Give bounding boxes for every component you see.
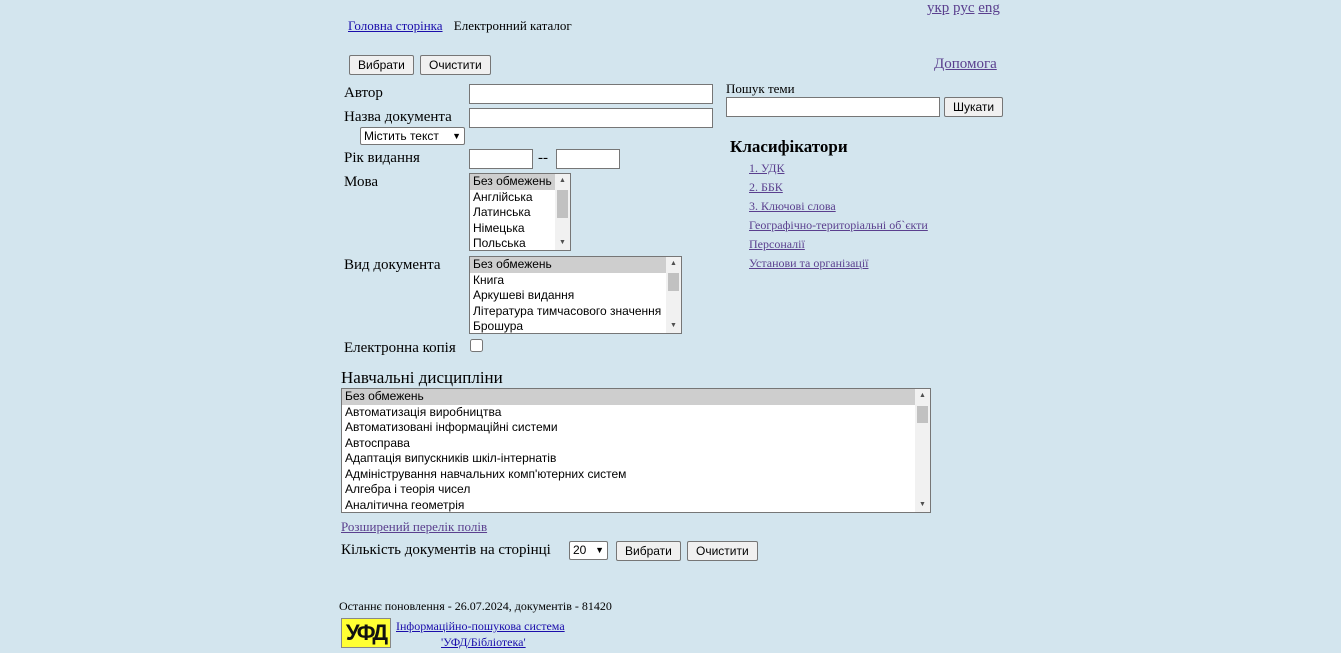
scroll-down-icon[interactable]: ▼ bbox=[555, 236, 570, 250]
scroll-thumb[interactable] bbox=[557, 190, 568, 218]
list-item[interactable]: Без обмежень bbox=[470, 257, 681, 273]
lang-ukr-link[interactable]: укр bbox=[927, 0, 949, 16]
topic-search-label: Пошук теми bbox=[726, 81, 795, 96]
list-item[interactable]: Автоматизовані інформаційні системи bbox=[342, 420, 930, 436]
language-label: Мова bbox=[344, 174, 379, 190]
scroll-up-icon[interactable]: ▲ bbox=[915, 389, 930, 403]
classifier-udc-link[interactable]: 1. УДК bbox=[749, 161, 784, 176]
list-item[interactable]: Без обмежень bbox=[342, 389, 930, 405]
last-update-text: Останнє поновлення - 26.07.2024, докумен… bbox=[339, 599, 612, 613]
list-item[interactable]: Книга bbox=[470, 273, 681, 289]
system-link-line1: Інформаційно-пошукова система bbox=[396, 619, 565, 633]
scroll-thumb[interactable] bbox=[668, 273, 679, 291]
scroll-down-icon[interactable]: ▼ bbox=[666, 319, 681, 333]
breadcrumb-home-link[interactable]: Головна сторінка bbox=[348, 18, 443, 33]
ecopy-checkbox[interactable] bbox=[470, 339, 483, 352]
scroll-down-icon[interactable]: ▼ bbox=[915, 498, 930, 512]
classifier-organizations-link[interactable]: Установи та організації bbox=[749, 256, 868, 271]
scrollbar[interactable]: ▲ ▼ bbox=[915, 389, 930, 512]
system-link-line2: 'УФД/Бібліотека' bbox=[441, 635, 526, 649]
scroll-up-icon[interactable]: ▲ bbox=[666, 257, 681, 271]
doctype-listbox[interactable]: Без обмежень Книга Аркушеві видання Літе… bbox=[469, 256, 682, 334]
per-page-select[interactable]: 20 ▼ bbox=[569, 541, 608, 560]
list-item[interactable]: Аналітична геометрія bbox=[342, 498, 930, 513]
clear-button-top[interactable]: Очистити bbox=[420, 55, 491, 75]
year-separator: -- bbox=[538, 150, 548, 166]
scroll-thumb[interactable] bbox=[917, 406, 928, 423]
list-item[interactable]: Адміністрування навчальних комп'ютерних … bbox=[342, 467, 930, 483]
scrollbar[interactable]: ▲ ▼ bbox=[555, 174, 570, 250]
breadcrumb: Головна сторінка Електронний каталог bbox=[348, 18, 572, 34]
classifier-persons-link[interactable]: Персоналії bbox=[749, 237, 805, 252]
language-switcher: укр рус eng bbox=[927, 0, 1000, 17]
title-mode-select[interactable]: Містить текст ▼ bbox=[360, 127, 465, 145]
select-button-top[interactable]: Вибрати bbox=[349, 55, 414, 75]
author-label: Автор bbox=[344, 85, 383, 101]
lang-eng-link[interactable]: eng bbox=[978, 0, 1000, 16]
chevron-down-icon: ▼ bbox=[595, 545, 604, 555]
list-item[interactable]: Алгебра і теорія чисел bbox=[342, 482, 930, 498]
chevron-down-icon: ▼ bbox=[452, 131, 461, 141]
ecopy-label: Електронна копія bbox=[344, 340, 456, 356]
per-page-value: 20 bbox=[573, 543, 587, 557]
breadcrumb-current: Електронний каталог bbox=[453, 18, 572, 33]
ufd-logo[interactable]: УФД bbox=[341, 618, 391, 648]
disciplines-listbox[interactable]: Без обмежень Автоматизація виробництва А… bbox=[341, 388, 931, 513]
scrollbar[interactable]: ▲ ▼ bbox=[666, 257, 681, 333]
list-item[interactable]: Автосправа bbox=[342, 436, 930, 452]
list-item[interactable]: Аркушеві видання bbox=[470, 288, 681, 304]
year-to-input[interactable] bbox=[556, 149, 620, 169]
extended-fields-link[interactable]: Розширений перелік полів bbox=[341, 519, 487, 535]
year-from-input[interactable] bbox=[469, 149, 533, 169]
topic-search-button[interactable]: Шукати bbox=[944, 97, 1004, 117]
classifier-geo-link[interactable]: Географічно-територіальні об`єкти bbox=[749, 218, 928, 233]
list-item[interactable]: Література тимчасового значення bbox=[470, 304, 681, 320]
doctype-label: Вид документа bbox=[344, 257, 441, 273]
classifiers-title: Класифікатори bbox=[730, 137, 848, 156]
topic-search-input[interactable] bbox=[726, 97, 940, 117]
scroll-up-icon[interactable]: ▲ bbox=[555, 174, 570, 188]
lang-rus-link[interactable]: рус bbox=[953, 0, 974, 16]
classifier-bbk-link[interactable]: 2. ББК bbox=[749, 180, 783, 195]
select-button-bottom[interactable]: Вибрати bbox=[616, 541, 681, 561]
list-item[interactable]: Адаптація випускників шкіл-інтернатів bbox=[342, 451, 930, 467]
language-listbox[interactable]: Без обмежень Англійська Латинська Німець… bbox=[469, 173, 571, 251]
system-link[interactable]: Інформаційно-пошукова система 'УФД/Біблі… bbox=[396, 618, 586, 650]
clear-button-bottom[interactable]: Очистити bbox=[687, 541, 758, 561]
classifier-keywords-link[interactable]: 3. Ключові слова bbox=[749, 199, 836, 214]
list-item[interactable]: Автоматизація виробництва bbox=[342, 405, 930, 421]
per-page-label: Кількість документів на сторінці bbox=[341, 542, 551, 558]
title-label: Назва документа bbox=[344, 109, 452, 125]
help-link[interactable]: Допомога bbox=[934, 56, 997, 73]
disciplines-label: Навчальні дисципліни bbox=[341, 368, 503, 387]
author-input[interactable] bbox=[469, 84, 713, 104]
title-input[interactable] bbox=[469, 108, 713, 128]
list-item[interactable]: Брошура bbox=[470, 319, 681, 333]
title-mode-value: Містить текст bbox=[364, 129, 439, 143]
year-label: Рік видання bbox=[344, 150, 420, 166]
